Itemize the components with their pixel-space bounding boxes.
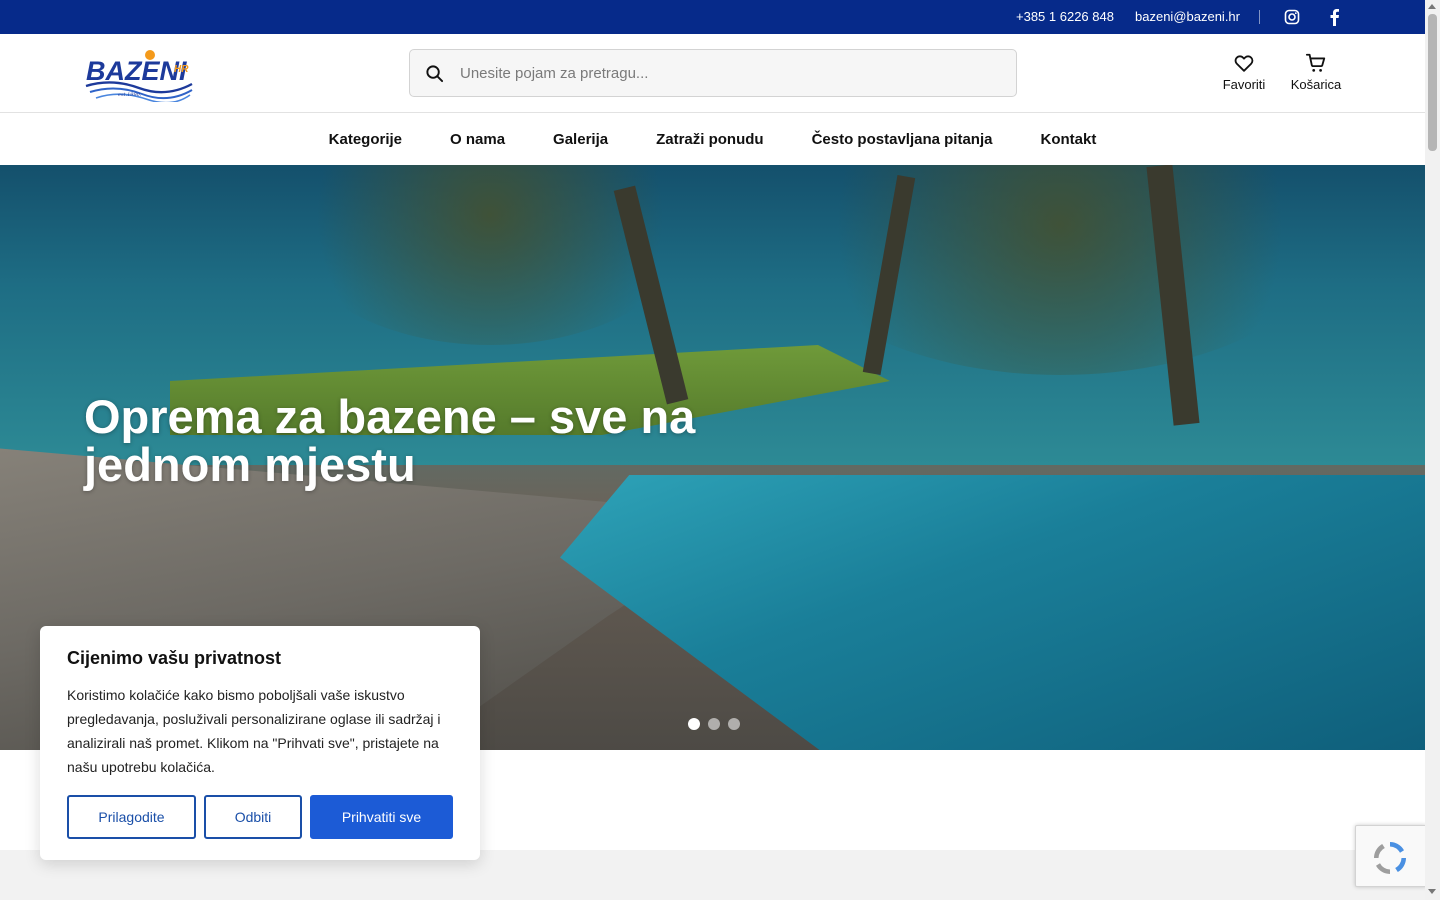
main-nav: Kategorije O nama Galerija Zatraži ponud…: [0, 113, 1425, 165]
search-box: [409, 49, 1017, 97]
slider-dot[interactable]: [688, 718, 700, 730]
cart-icon: [1305, 53, 1326, 72]
recaptcha-icon: [1374, 842, 1406, 874]
nav-item-faq[interactable]: Često postavljana pitanja: [812, 131, 993, 148]
cookie-reject-button[interactable]: Odbiti: [204, 795, 302, 839]
hero-pool: [560, 475, 1425, 750]
logo-text: BAZENI: [86, 56, 187, 86]
recaptcha-badge[interactable]: [1355, 825, 1427, 887]
cart-button[interactable]: Košarica: [1290, 52, 1342, 92]
cookie-customize-button[interactable]: Prilagodite: [67, 795, 196, 839]
search-icon[interactable]: [425, 64, 444, 83]
cart-label: Košarica: [1290, 77, 1342, 92]
logo-tagline: est.1990.: [118, 92, 142, 98]
favorites-label: Favoriti: [1222, 77, 1266, 92]
phone-link[interactable]: +385 1 6226 848: [1016, 9, 1114, 24]
scroll-thumb[interactable]: [1428, 14, 1437, 151]
page-scrollbar[interactable]: [1425, 0, 1440, 900]
nav-item-galerija[interactable]: Galerija: [553, 131, 608, 148]
bazeni-logo[interactable]: BAZENI HR est.1990.: [84, 44, 194, 102]
slider-dots: [688, 718, 740, 730]
scroll-down-icon[interactable]: [1428, 889, 1436, 894]
divider: [1259, 10, 1260, 24]
logo-suffix: HR: [174, 64, 189, 75]
cookie-banner: Cijenimo vašu privatnost Koristimo kolač…: [40, 626, 480, 860]
slider-dot[interactable]: [728, 718, 740, 730]
top-bar: +385 1 6226 848 bazeni@bazeni.hr: [0, 0, 1425, 34]
instagram-icon[interactable]: [1284, 9, 1300, 25]
site-header: BAZENI HR est.1990. Favoriti Košarica: [0, 34, 1425, 113]
facebook-icon[interactable]: [1327, 8, 1341, 26]
cookie-text: Koristimo kolačiće kako bismo poboljšali…: [67, 687, 441, 775]
cookie-accept-button[interactable]: Prihvatiti sve: [310, 795, 453, 839]
scroll-up-icon[interactable]: [1428, 4, 1436, 9]
favorites-button[interactable]: Favoriti: [1222, 52, 1266, 92]
nav-item-kontakt[interactable]: Kontakt: [1040, 131, 1096, 148]
nav-item-o-nama[interactable]: O nama: [450, 131, 505, 148]
cookie-title: Cijenimo vašu privatnost: [67, 648, 282, 668]
hero-title: Oprema za bazene – sve na jednom mjestu: [84, 390, 696, 491]
nav-item-zatrazi-ponudu[interactable]: Zatraži ponudu: [656, 131, 764, 148]
search-input[interactable]: [460, 50, 1000, 96]
heart-icon: [1234, 55, 1254, 72]
email-link[interactable]: bazeni@bazeni.hr: [1135, 9, 1240, 24]
slider-dot[interactable]: [708, 718, 720, 730]
nav-item-kategorije[interactable]: Kategorije: [329, 131, 402, 148]
